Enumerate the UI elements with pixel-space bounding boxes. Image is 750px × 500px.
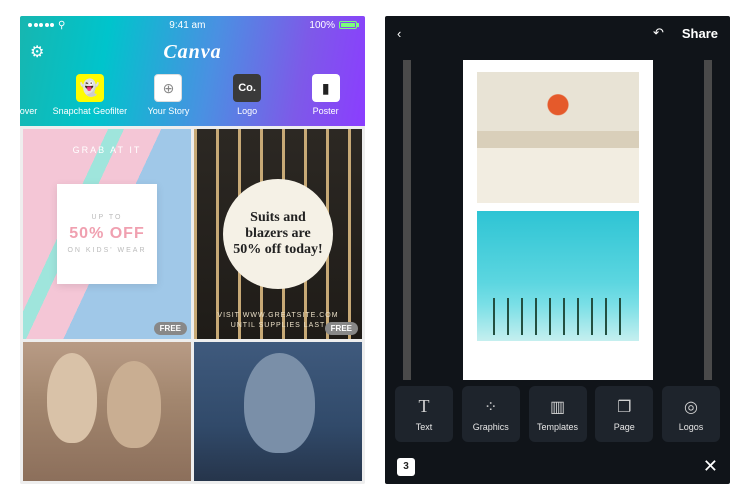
cat-label: Your Story [148,106,190,116]
cat-label: Poster [313,106,339,116]
tool-page[interactable]: ❐ Page [595,386,653,442]
close-button[interactable]: ✕ [703,456,718,477]
brand-row: ⚙ Canva [20,34,365,70]
cover-icon [20,74,39,102]
tool-templates[interactable]: ▥ Templates [529,386,587,442]
editor-toolbar: T Text ⁘ Graphics ▥ Templates ❐ Page ◎ L… [385,380,730,455]
tool-logos[interactable]: ◎ Logos [662,386,720,442]
tool-label: Logos [679,422,704,432]
cat-snapchat[interactable]: 👻 Snapchat Geofilter [59,74,121,116]
settings-button[interactable]: ⚙ [30,42,44,62]
header: ⚲ 9:41 am 100% ⚙ Canva Cover 👻 Snapchat … [20,16,365,126]
canva-home-screen: ⚲ 9:41 am 100% ⚙ Canva Cover 👻 Snapchat … [20,16,365,484]
free-badge: FREE [325,322,358,335]
promo-circle: Suits and blazers are 50% off today! [223,179,333,289]
status-left: ⚲ [28,20,65,31]
page-count-badge[interactable]: 3 [397,458,415,476]
cat-cover[interactable]: Cover [20,74,42,116]
photo-slot-top[interactable] [477,72,639,202]
tool-text[interactable]: T Text [395,386,453,442]
tool-label: Graphics [473,422,509,432]
promo-pct: 50% OFF [69,225,144,243]
logo-icon: Co. [233,74,261,102]
status-time: 9:41 am [169,20,205,31]
cat-story[interactable]: ⊕ Your Story [137,74,199,116]
editor-top-bar: ‹ ↶ Share [385,16,730,50]
brand-logo: Canva [163,41,221,64]
photo-slot-bottom[interactable] [477,211,639,341]
tool-label: Page [614,422,635,432]
share-button[interactable]: Share [682,26,718,41]
battery-pct: 100% [309,20,335,31]
editor-bottom-row: 3 ✕ [385,455,730,484]
promo-upto: UP TO [91,214,122,221]
design-page[interactable] [463,60,653,380]
tool-label: Templates [537,422,578,432]
snapchat-icon: 👻 [76,74,104,102]
cat-poster[interactable]: ▮ Poster [295,74,357,116]
poster-icon: ▮ [312,74,340,102]
undo-button[interactable]: ↶ [653,25,664,41]
next-page-peek[interactable] [704,60,712,380]
template-card[interactable]: GRAB AT IT UP TO 50% OFF ON KIDS' WEAR F… [23,129,191,339]
cat-label: Snapchat Geofilter [53,106,128,116]
template-card[interactable] [194,342,362,481]
prev-page-peek[interactable] [403,60,411,380]
promo-box: UP TO 50% OFF ON KIDS' WEAR [57,184,157,284]
category-row[interactable]: Cover 👻 Snapchat Geofilter ⊕ Your Story … [20,70,365,126]
graphics-icon: ⁘ [484,397,497,417]
status-bar: ⚲ 9:41 am 100% [20,16,365,34]
story-icon: ⊕ [154,74,182,102]
promo-on: ON KIDS' WEAR [67,247,146,254]
cat-label: Logo [237,106,257,116]
promo-url: VISIT WWW.GREATSITE.COM [194,311,362,321]
canvas-area[interactable] [385,50,730,380]
page-icon: ❐ [617,397,631,417]
template-card[interactable]: Suits and blazers are 50% off today! VIS… [194,129,362,339]
cat-label: Cover [20,106,37,116]
wifi-icon: ⚲ [58,20,65,31]
logos-icon: ◎ [684,397,698,417]
canva-editor-screen: ‹ ↶ Share T Text ⁘ Graphics ▥ Templates … [385,16,730,484]
battery-icon [339,21,357,29]
back-button[interactable]: ‹ [397,26,401,41]
signal-icon [28,23,54,27]
tool-label: Text [416,422,433,432]
template-tagline: GRAB AT IT [73,145,142,155]
free-badge: FREE [154,322,187,335]
template-grid[interactable]: GRAB AT IT UP TO 50% OFF ON KIDS' WEAR F… [20,126,365,484]
text-icon: T [419,396,430,417]
cat-logo[interactable]: Co. Logo [216,74,278,116]
template-card[interactable] [23,342,191,481]
tool-graphics[interactable]: ⁘ Graphics [462,386,520,442]
templates-icon: ▥ [550,397,565,417]
status-right: 100% [309,20,357,31]
